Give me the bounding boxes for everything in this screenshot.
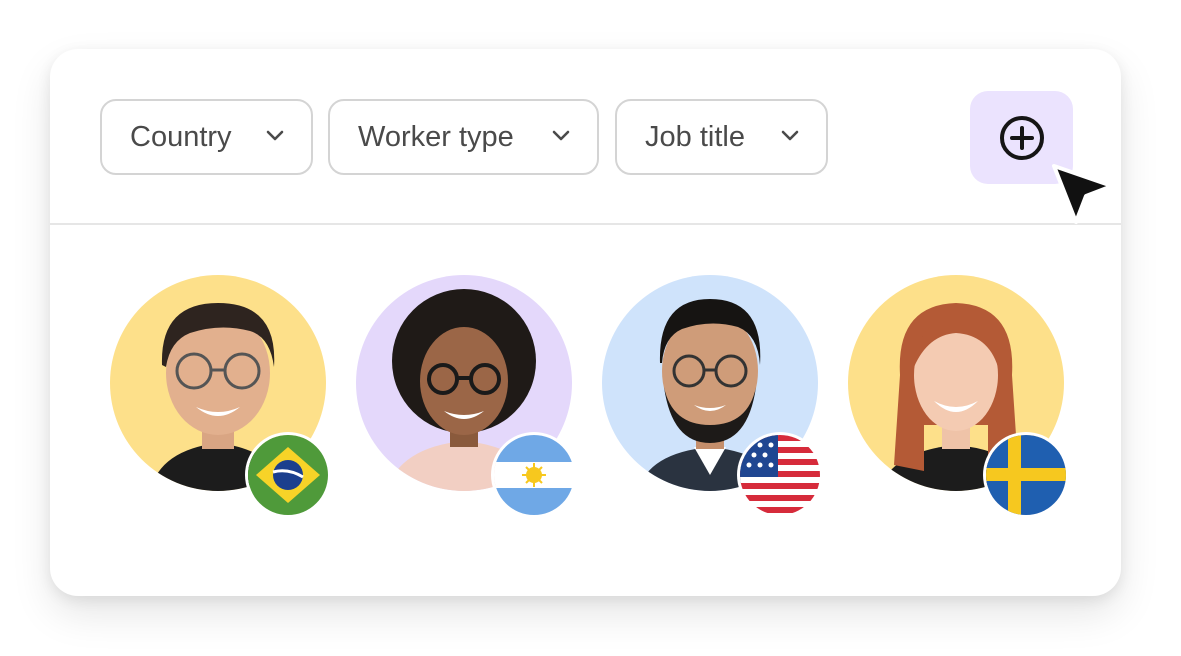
country-filter-label: Country <box>130 120 232 153</box>
worker-type-filter-dropdown[interactable]: Worker type <box>328 99 599 175</box>
plus-circle-icon <box>999 115 1044 160</box>
chevron-down-icon <box>552 130 570 141</box>
sweden-flag-icon <box>986 435 1066 515</box>
worker-avatar[interactable] <box>848 275 1066 515</box>
usa-flag-icon <box>740 435 820 515</box>
filter-card: Country Worker type Job title <box>50 49 1121 596</box>
country-filter-dropdown[interactable]: Country <box>100 99 313 175</box>
worker-avatar[interactable] <box>602 275 820 515</box>
job-title-filter-dropdown[interactable]: Job title <box>615 99 828 175</box>
worker-avatar[interactable] <box>356 275 574 515</box>
mouse-cursor-icon <box>1052 164 1114 224</box>
chevron-down-icon <box>266 130 284 141</box>
divider <box>50 223 1121 225</box>
worker-avatar[interactable] <box>110 275 328 515</box>
job-title-filter-label: Job title <box>645 120 745 153</box>
worker-type-filter-label: Worker type <box>358 120 514 153</box>
argentina-flag-icon <box>494 435 574 515</box>
brazil-flag-icon <box>248 435 328 515</box>
chevron-down-icon <box>781 130 799 141</box>
